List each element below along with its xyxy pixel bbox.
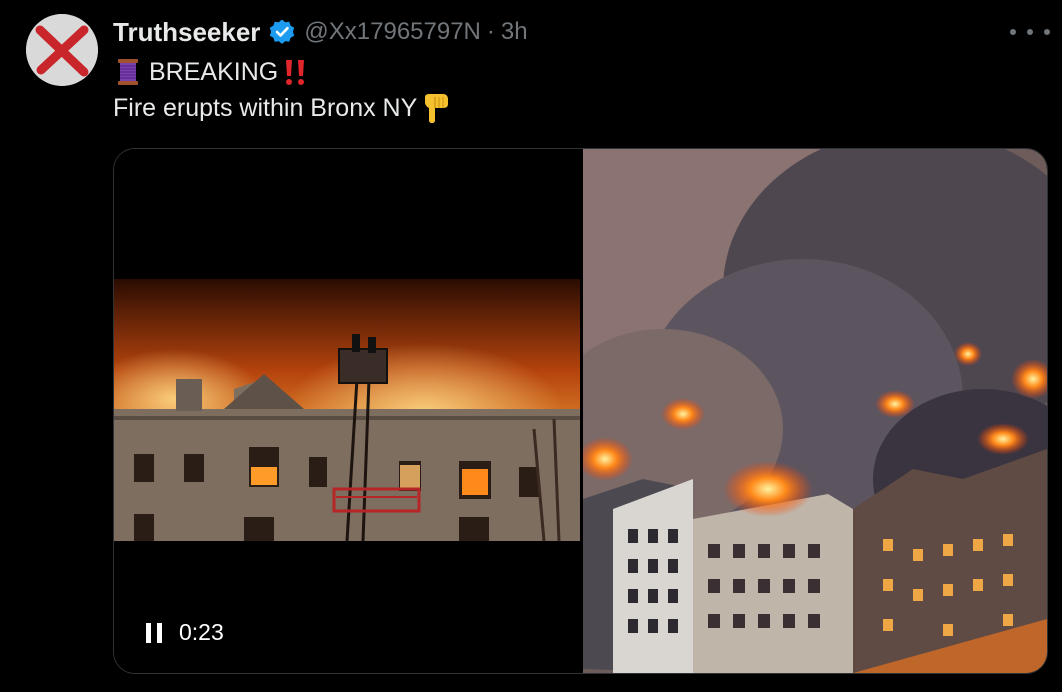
more-options-icon[interactable] [1010,22,1050,42]
previous-item-edge [0,0,1062,8]
video-right[interactable] [503,149,1047,673]
pause-icon[interactable] [146,623,162,643]
tweet-text-line-2: Fire erupts within Bronx NY [113,90,451,126]
thread-spool-emoji-icon [113,57,143,87]
red-x-avatar-icon [26,14,98,86]
user-handle[interactable]: @Xx17965797N [304,18,480,46]
video-frame-aerial-fire [503,149,1047,673]
display-name[interactable]: Truthseeker [113,17,260,48]
video-left[interactable]: 0:23 [114,149,580,673]
media-grid: 0:23 [113,148,1048,674]
tweet-text-line-1: BREAKING [113,54,308,90]
tweet-header: Truthseeker @Xx17965797N · 3h [113,14,528,50]
tweet-timestamp[interactable]: 3h [501,18,528,46]
video-frame-fire-building [114,279,580,541]
pointing-down-emoji-icon [421,92,451,124]
double-exclamation-emoji-icon [282,57,308,87]
tweet-body-text: Fire erupts within Bronx NY [113,93,418,122]
separator-dot: · [486,18,495,45]
verified-badge-icon[interactable] [268,18,296,46]
avatar[interactable] [26,14,98,86]
video-duration: 0:23 [179,619,224,645]
breaking-text: BREAKING [149,57,279,86]
